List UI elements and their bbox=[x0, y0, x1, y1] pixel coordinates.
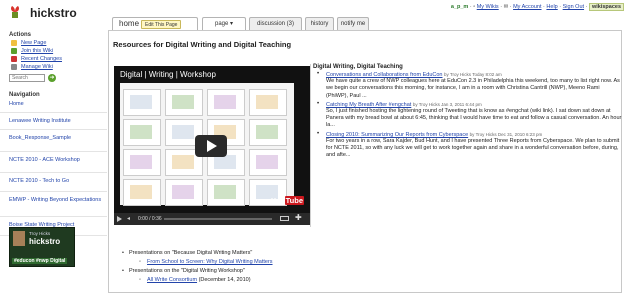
action-label[interactable]: Recent Changes bbox=[21, 56, 62, 62]
feed-item-meta: by Troy Hicks Dec 31, 2010 6:23 pm bbox=[469, 131, 543, 137]
thumb-column bbox=[249, 89, 291, 209]
promo-brand: hickstro bbox=[29, 237, 61, 246]
actions-heading: Actions bbox=[9, 32, 32, 38]
feed-item-headline[interactable]: Catching My Breath After #engchat bbox=[326, 102, 411, 108]
thumbnail bbox=[249, 149, 287, 176]
presentations-list: Presentations on "Because Digital Writin… bbox=[119, 249, 519, 285]
volume-icon[interactable]: ◂ bbox=[127, 215, 130, 222]
author-photo bbox=[13, 231, 25, 246]
action-recent-changes[interactable]: Recent Changes bbox=[0, 55, 107, 63]
page-title: Resources for Digital Writing and Digita… bbox=[113, 40, 292, 49]
thumbnail bbox=[123, 119, 161, 146]
video-title: Digital | Writing | Workshop bbox=[120, 70, 216, 79]
thumbnail bbox=[249, 89, 287, 116]
nav-item-ace-workshop[interactable]: NCTE 2010 - ACE Workshop bbox=[0, 151, 107, 172]
play-button-icon[interactable] bbox=[195, 135, 227, 157]
site-name[interactable]: hickstro bbox=[30, 6, 77, 20]
youtube-logo[interactable]: YouTube bbox=[271, 196, 304, 205]
tab-home-label: home bbox=[119, 19, 140, 28]
manage-icon bbox=[11, 64, 17, 70]
top-bar: hickstro a_p_m · ▫ My Wikis · ✉ · My Acc… bbox=[0, 0, 630, 20]
username-link[interactable]: a_p_m bbox=[451, 4, 468, 10]
tab-discussion[interactable]: discussion (3) bbox=[249, 17, 302, 30]
tab-page[interactable]: page ▾ bbox=[202, 17, 246, 30]
blog-promo-badge[interactable]: Troy Hicks hickstro #educon #nwp Digital bbox=[9, 227, 75, 267]
my-account-link[interactable]: My Account bbox=[513, 4, 541, 10]
sidebar: Actions New Page Join this Wiki Recent C… bbox=[0, 28, 107, 293]
tab-home[interactable]: home Edit This Page bbox=[112, 17, 198, 30]
logo-icon[interactable] bbox=[9, 4, 21, 18]
list-date: (December 14, 2010) bbox=[198, 277, 251, 283]
feed-item: Closing 2010: Summarizing Our Reports fr… bbox=[313, 131, 622, 160]
thumbnail bbox=[123, 149, 161, 176]
list-item: Presentations on the "Digital Writing Wo… bbox=[119, 267, 519, 276]
action-join-wiki[interactable]: Join this Wiki bbox=[0, 47, 107, 55]
nav-item-tech-to-go[interactable]: NCTE 2010 - Tech to Go bbox=[0, 172, 107, 191]
promo-tags: #educon #nwp Digital bbox=[12, 258, 68, 264]
video-time: 0:00 / 0:36 bbox=[138, 216, 162, 222]
search-row: ➜ bbox=[9, 74, 107, 82]
feed-item-body: So, I just finished hosting the lighteni… bbox=[326, 107, 622, 129]
thumbnail bbox=[123, 89, 161, 116]
video-controls: ◂ 0:00 / 0:36 ✚ bbox=[114, 213, 310, 225]
nav-item-book-response[interactable]: Book_Response_Sample bbox=[0, 129, 107, 151]
navigation-heading: Navigation bbox=[9, 92, 40, 98]
recent-changes-icon bbox=[11, 56, 17, 62]
feed-item-headline[interactable]: Closing 2010: Summarizing Our Reports fr… bbox=[326, 132, 468, 138]
thumbnail bbox=[123, 179, 161, 206]
search-go-icon[interactable]: ➜ bbox=[48, 74, 56, 82]
fullscreen-icon[interactable]: ✚ bbox=[295, 213, 302, 222]
thumbnail bbox=[165, 179, 203, 206]
feed-item-meta: by Troy Hicks Jan 3, 2011 6:44 pm bbox=[412, 101, 482, 107]
feed-item-body: We have quite a crew of NWP colleagues h… bbox=[326, 78, 620, 99]
thumbnail bbox=[207, 89, 245, 116]
page-content: Resources for Digital Writing and Digita… bbox=[108, 30, 622, 293]
page-tabs: home Edit This Page page ▾ discussion (3… bbox=[112, 17, 622, 30]
thumbnail bbox=[207, 179, 245, 206]
youtube-logo-tube: Tube bbox=[284, 196, 304, 205]
all-write-consortium-link[interactable]: All Write Consortium bbox=[147, 277, 197, 283]
rss-feed: Digital Writing, Digital Teaching Conver… bbox=[310, 64, 622, 227]
action-label[interactable]: Manage Wiki bbox=[21, 64, 53, 70]
search-input[interactable] bbox=[9, 74, 45, 82]
video-progress-bar[interactable] bbox=[164, 218, 272, 220]
school-to-screen-link[interactable]: From School to Screen: Why Digital Writi… bbox=[147, 259, 273, 265]
nav-item-emwp[interactable]: EMWP - Writing Beyond Expectations bbox=[0, 191, 107, 216]
thumb-column bbox=[123, 89, 165, 209]
nav-item-lenawee[interactable]: Lenawee Writing Institute bbox=[0, 112, 107, 129]
video-player[interactable]: Digital | Writing | Workshop YouTube ◂ 0… bbox=[114, 66, 310, 225]
wikispaces-badge[interactable]: wikispaces bbox=[588, 3, 624, 11]
list-item: Presentations on "Because Digital Writin… bbox=[119, 249, 519, 258]
feed-item-meta: by Troy Hicks Today 8:02 am bbox=[444, 72, 502, 77]
nav-item-home[interactable]: Home bbox=[0, 101, 107, 112]
list-subitem: From School to Screen: Why Digital Writi… bbox=[119, 258, 519, 267]
action-manage-wiki[interactable]: Manage Wiki bbox=[0, 63, 107, 71]
feed-item: Conversations and Collaborations from Ed… bbox=[313, 71, 622, 100]
help-link[interactable]: Help bbox=[546, 4, 557, 10]
action-label[interactable]: New Page bbox=[21, 40, 46, 46]
join-icon bbox=[11, 48, 17, 54]
action-new-page[interactable]: New Page bbox=[0, 39, 107, 47]
player-size-icon[interactable] bbox=[280, 216, 289, 221]
user-bar: a_p_m · ▫ My Wikis · ✉ · My Account · He… bbox=[451, 3, 624, 11]
video-frame bbox=[120, 83, 294, 206]
feed-item-body: For two years in a row, Sara Kajder, Bud… bbox=[326, 137, 620, 159]
thumbnail bbox=[165, 89, 203, 116]
tab-history[interactable]: history bbox=[305, 17, 334, 30]
action-label[interactable]: Join this Wiki bbox=[21, 48, 53, 54]
edit-page-button[interactable]: Edit This Page bbox=[141, 20, 182, 29]
promo-author: Troy Hicks bbox=[29, 231, 51, 236]
tab-notify[interactable]: notify me bbox=[337, 17, 369, 30]
my-wikis-link[interactable]: My Wikis bbox=[477, 4, 499, 10]
feed-item: Catching My Breath After #engchat by Tro… bbox=[313, 101, 622, 130]
list-subitem: All Write Consortium (December 14, 2010) bbox=[119, 276, 519, 285]
feed-title: Digital Writing, Digital Teaching bbox=[313, 64, 403, 70]
thumbnail bbox=[249, 119, 287, 146]
youtube-logo-you: You bbox=[271, 196, 285, 205]
play-icon[interactable] bbox=[117, 216, 122, 222]
new-page-icon bbox=[11, 40, 17, 46]
sign-out-link[interactable]: Sign Out bbox=[563, 4, 584, 10]
